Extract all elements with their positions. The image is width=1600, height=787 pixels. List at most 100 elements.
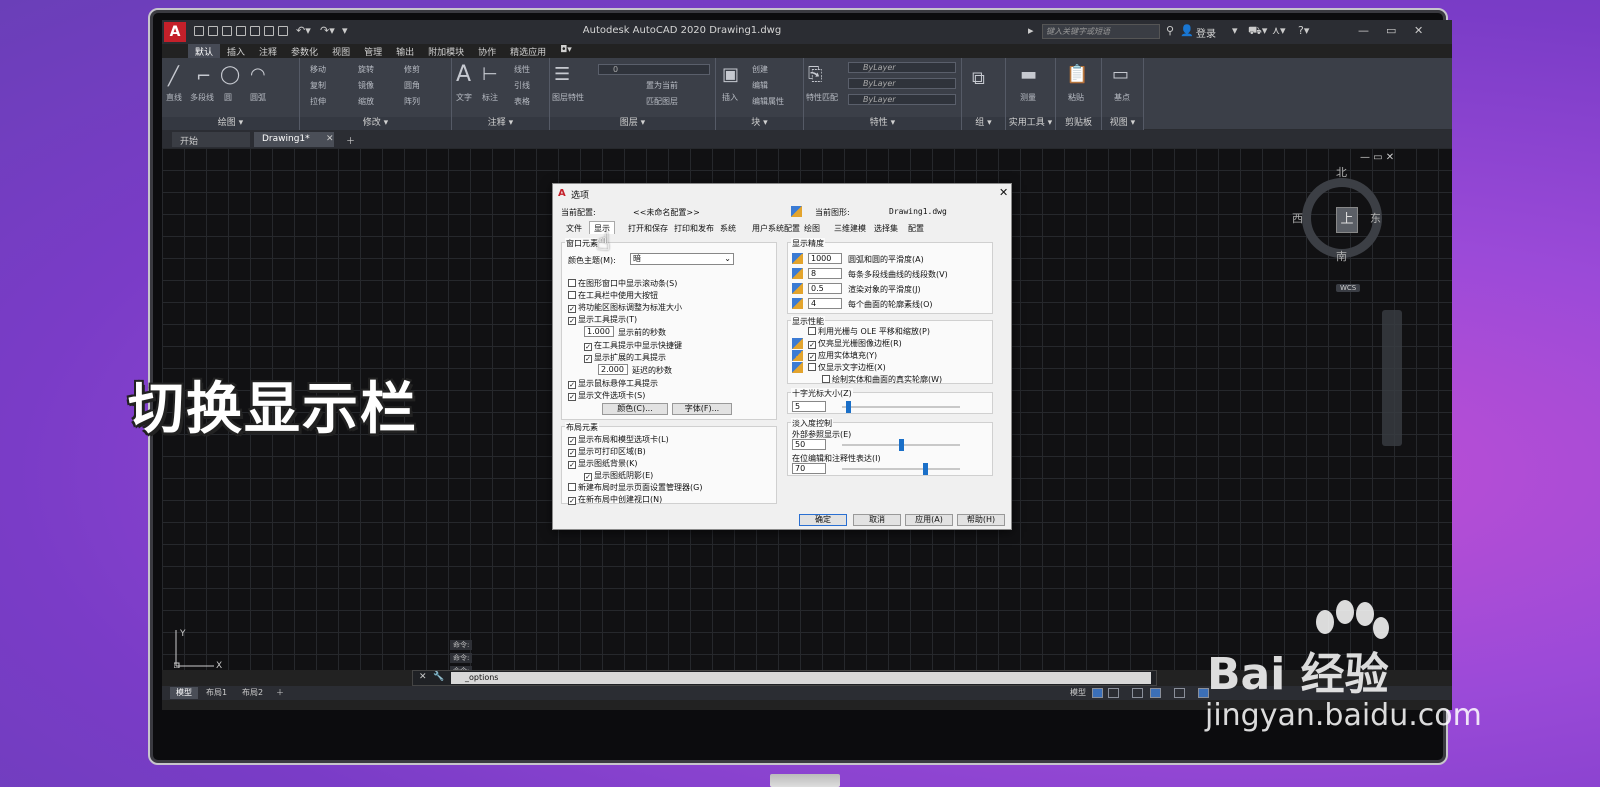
tab-files[interactable]: 文件	[561, 221, 587, 234]
viewcube-east[interactable]: 东	[1370, 210, 1381, 226]
arc-tool-icon[interactable]: ◠	[250, 64, 266, 85]
extended-delay-input[interactable]: 2.000	[598, 364, 628, 375]
binoculars-icon[interactable]: ⚲	[1166, 24, 1174, 37]
fonts-button[interactable]: 字体(F)...	[672, 403, 732, 415]
edit-block-tool[interactable]: 编辑	[752, 80, 768, 91]
panel-layers-label[interactable]: 图层 ▾	[550, 117, 715, 130]
panel-modify-label[interactable]: 修改 ▾	[300, 117, 451, 130]
command-input[interactable]: _options	[451, 672, 1151, 684]
base-point-icon[interactable]: ▭	[1112, 64, 1129, 85]
layer-properties-tool[interactable]: 图层特性	[552, 92, 584, 103]
doc-tab-start[interactable]: 开始	[172, 132, 250, 147]
ribbon-tab-featured[interactable]: 精选应用	[503, 44, 553, 58]
checkbox-solid-fill[interactable]: ✓ 应用实体填充(Y)	[808, 351, 877, 361]
polar-icon[interactable]	[1150, 688, 1161, 698]
checkbox-true-silhouettes[interactable]: 绘制实体和曲面的真实轮廓(W)	[822, 375, 942, 384]
ortho-icon[interactable]	[1132, 688, 1143, 698]
colors-button[interactable]: 颜色(C)...	[602, 403, 668, 415]
snap-icon[interactable]	[1108, 688, 1119, 698]
checkbox-file-tabs[interactable]: ✓ 显示文件选项卡(S)	[568, 391, 645, 401]
ribbon-toggle-icon[interactable]: ◘▾	[553, 44, 579, 58]
checkbox-shortcut-keys[interactable]: ✓ 在工具提示中显示快捷键	[584, 341, 682, 351]
ribbon-tab-parametric[interactable]: 参数化	[284, 44, 325, 58]
color-scheme-select[interactable]: 暗 ⌄	[630, 253, 734, 265]
line-tool-icon[interactable]: ╱	[168, 66, 179, 87]
xref-slider-thumb[interactable]	[899, 439, 904, 451]
isodraft-icon[interactable]	[1174, 688, 1185, 698]
panel-block-label[interactable]: 块 ▾	[716, 117, 803, 130]
undo-icon[interactable]: ↶▾	[296, 24, 311, 37]
close-icon[interactable]: ✕	[1414, 24, 1423, 37]
set-current-tool[interactable]: 置为当前	[646, 80, 678, 91]
insert-block-icon[interactable]: ▣	[722, 64, 739, 85]
ribbon-tab-output[interactable]: 输出	[389, 44, 421, 58]
circle-tool-icon[interactable]: ◯	[220, 64, 240, 85]
paste-icon[interactable]: 📋	[1066, 64, 1088, 85]
tooltip-delay-input[interactable]: 1.000	[584, 326, 614, 337]
fillet-tool[interactable]: 圆角	[404, 80, 420, 91]
table-tool[interactable]: 表格	[514, 96, 530, 107]
match-layer-tool[interactable]: 匹配图层	[646, 96, 678, 107]
panel-utilities-label[interactable]: 实用工具 ▾	[1006, 117, 1055, 130]
ribbon-tab-addins[interactable]: 附加模块	[421, 44, 471, 58]
line-tool[interactable]: 直线	[166, 92, 182, 103]
measure-tool[interactable]: 测量	[1020, 92, 1036, 103]
ok-button[interactable]: 确定	[799, 514, 847, 526]
polyline-tool-icon[interactable]: ⌐	[196, 66, 211, 87]
status-model-space[interactable]: 模型	[1070, 687, 1086, 698]
create-block-tool[interactable]: 创建	[752, 64, 768, 75]
apply-button[interactable]: 应用(A)	[905, 514, 953, 526]
tab-3d-modeling[interactable]: 三维建模	[829, 221, 871, 234]
ribbon-tab-annotate[interactable]: 注释	[252, 44, 284, 58]
color-dropdown[interactable]: ByLayer	[848, 62, 956, 73]
tab-selection[interactable]: 选择集	[869, 221, 903, 234]
ribbon-tab-view[interactable]: 视图	[325, 44, 357, 58]
customize-command-icon[interactable]: 🔧	[433, 672, 444, 682]
array-tool[interactable]: 阵列	[404, 96, 420, 107]
arc-smoothness-input[interactable]: 1000	[808, 253, 842, 264]
tab-open-save[interactable]: 打开和保存	[623, 221, 673, 234]
tab-user-preferences[interactable]: 用户系统配置	[747, 221, 805, 234]
add-layout-icon[interactable]: ＋	[270, 687, 290, 699]
checkbox-layout-tabs[interactable]: ✓ 显示布局和模型选项卡(L)	[568, 435, 669, 445]
autocad-logo[interactable]: A	[164, 22, 186, 42]
polyline-tool[interactable]: 多段线	[190, 92, 214, 103]
measure-icon[interactable]: ▬	[1020, 64, 1037, 85]
cloud-icon[interactable]	[250, 26, 260, 36]
customize-qat-icon[interactable]: ▾	[342, 24, 348, 37]
dimension-tool-icon[interactable]: ⊢	[482, 64, 498, 85]
rotate-tool[interactable]: 旋转	[358, 64, 374, 75]
checkbox-rollover-tooltips[interactable]: ✓ 显示鼠标悬停工具提示	[568, 379, 658, 389]
checkbox-page-setup-manager[interactable]: 新建布局时显示页面设置管理器(G)	[568, 483, 702, 492]
login-link[interactable]: 登录	[1196, 25, 1216, 40]
save-as-icon[interactable]	[236, 26, 246, 36]
network-icon[interactable]: ⋏▾	[1272, 24, 1286, 37]
crosshair-slider-thumb[interactable]	[845, 401, 851, 413]
open-file-icon[interactable]	[208, 26, 218, 36]
checkbox-extended-tooltips[interactable]: ✓ 显示扩展的工具提示	[584, 353, 666, 363]
viewcube-top-face[interactable]: 上	[1336, 207, 1358, 233]
text-tool-icon[interactable]: A	[456, 62, 471, 87]
tab-system[interactable]: 系统	[715, 221, 741, 234]
ribbon-tab-insert[interactable]: 插入	[220, 44, 252, 58]
new-file-icon[interactable]	[194, 26, 204, 36]
search-arrow-icon[interactable]: ▸	[1028, 24, 1034, 37]
close-command-icon[interactable]: ✕	[419, 672, 427, 682]
dialog-close-button[interactable]: ✕	[999, 186, 1008, 199]
base-point-tool[interactable]: 基点	[1114, 92, 1130, 103]
polyline-segments-input[interactable]: 8	[808, 268, 842, 279]
crosshair-size-input[interactable]: 5	[792, 401, 826, 412]
layout-tab-layout1[interactable]: 布局1	[200, 687, 233, 699]
tab-drafting[interactable]: 绘图	[799, 221, 825, 234]
layer-dropdown[interactable]: 0	[598, 64, 710, 75]
cancel-button[interactable]: 取消	[853, 514, 901, 526]
layout-tab-layout2[interactable]: 布局2	[236, 687, 269, 699]
checkbox-create-viewport[interactable]: ✓ 在新布局中创建视口(N)	[568, 495, 662, 505]
text-tool[interactable]: 文字	[456, 92, 472, 103]
checkbox-text-frame[interactable]: 仅显示文字边框(X)	[808, 363, 886, 372]
checkbox-ribbon-icons[interactable]: ✓ 将功能区图标调整为标准大小	[568, 303, 682, 313]
checkbox-show-tooltips[interactable]: ✓ 显示工具提示(T)	[568, 315, 637, 325]
maximize-icon[interactable]: ▭	[1386, 24, 1396, 37]
trim-tool[interactable]: 修剪	[404, 64, 420, 75]
lineweight-dropdown[interactable]: ByLayer	[848, 94, 956, 105]
